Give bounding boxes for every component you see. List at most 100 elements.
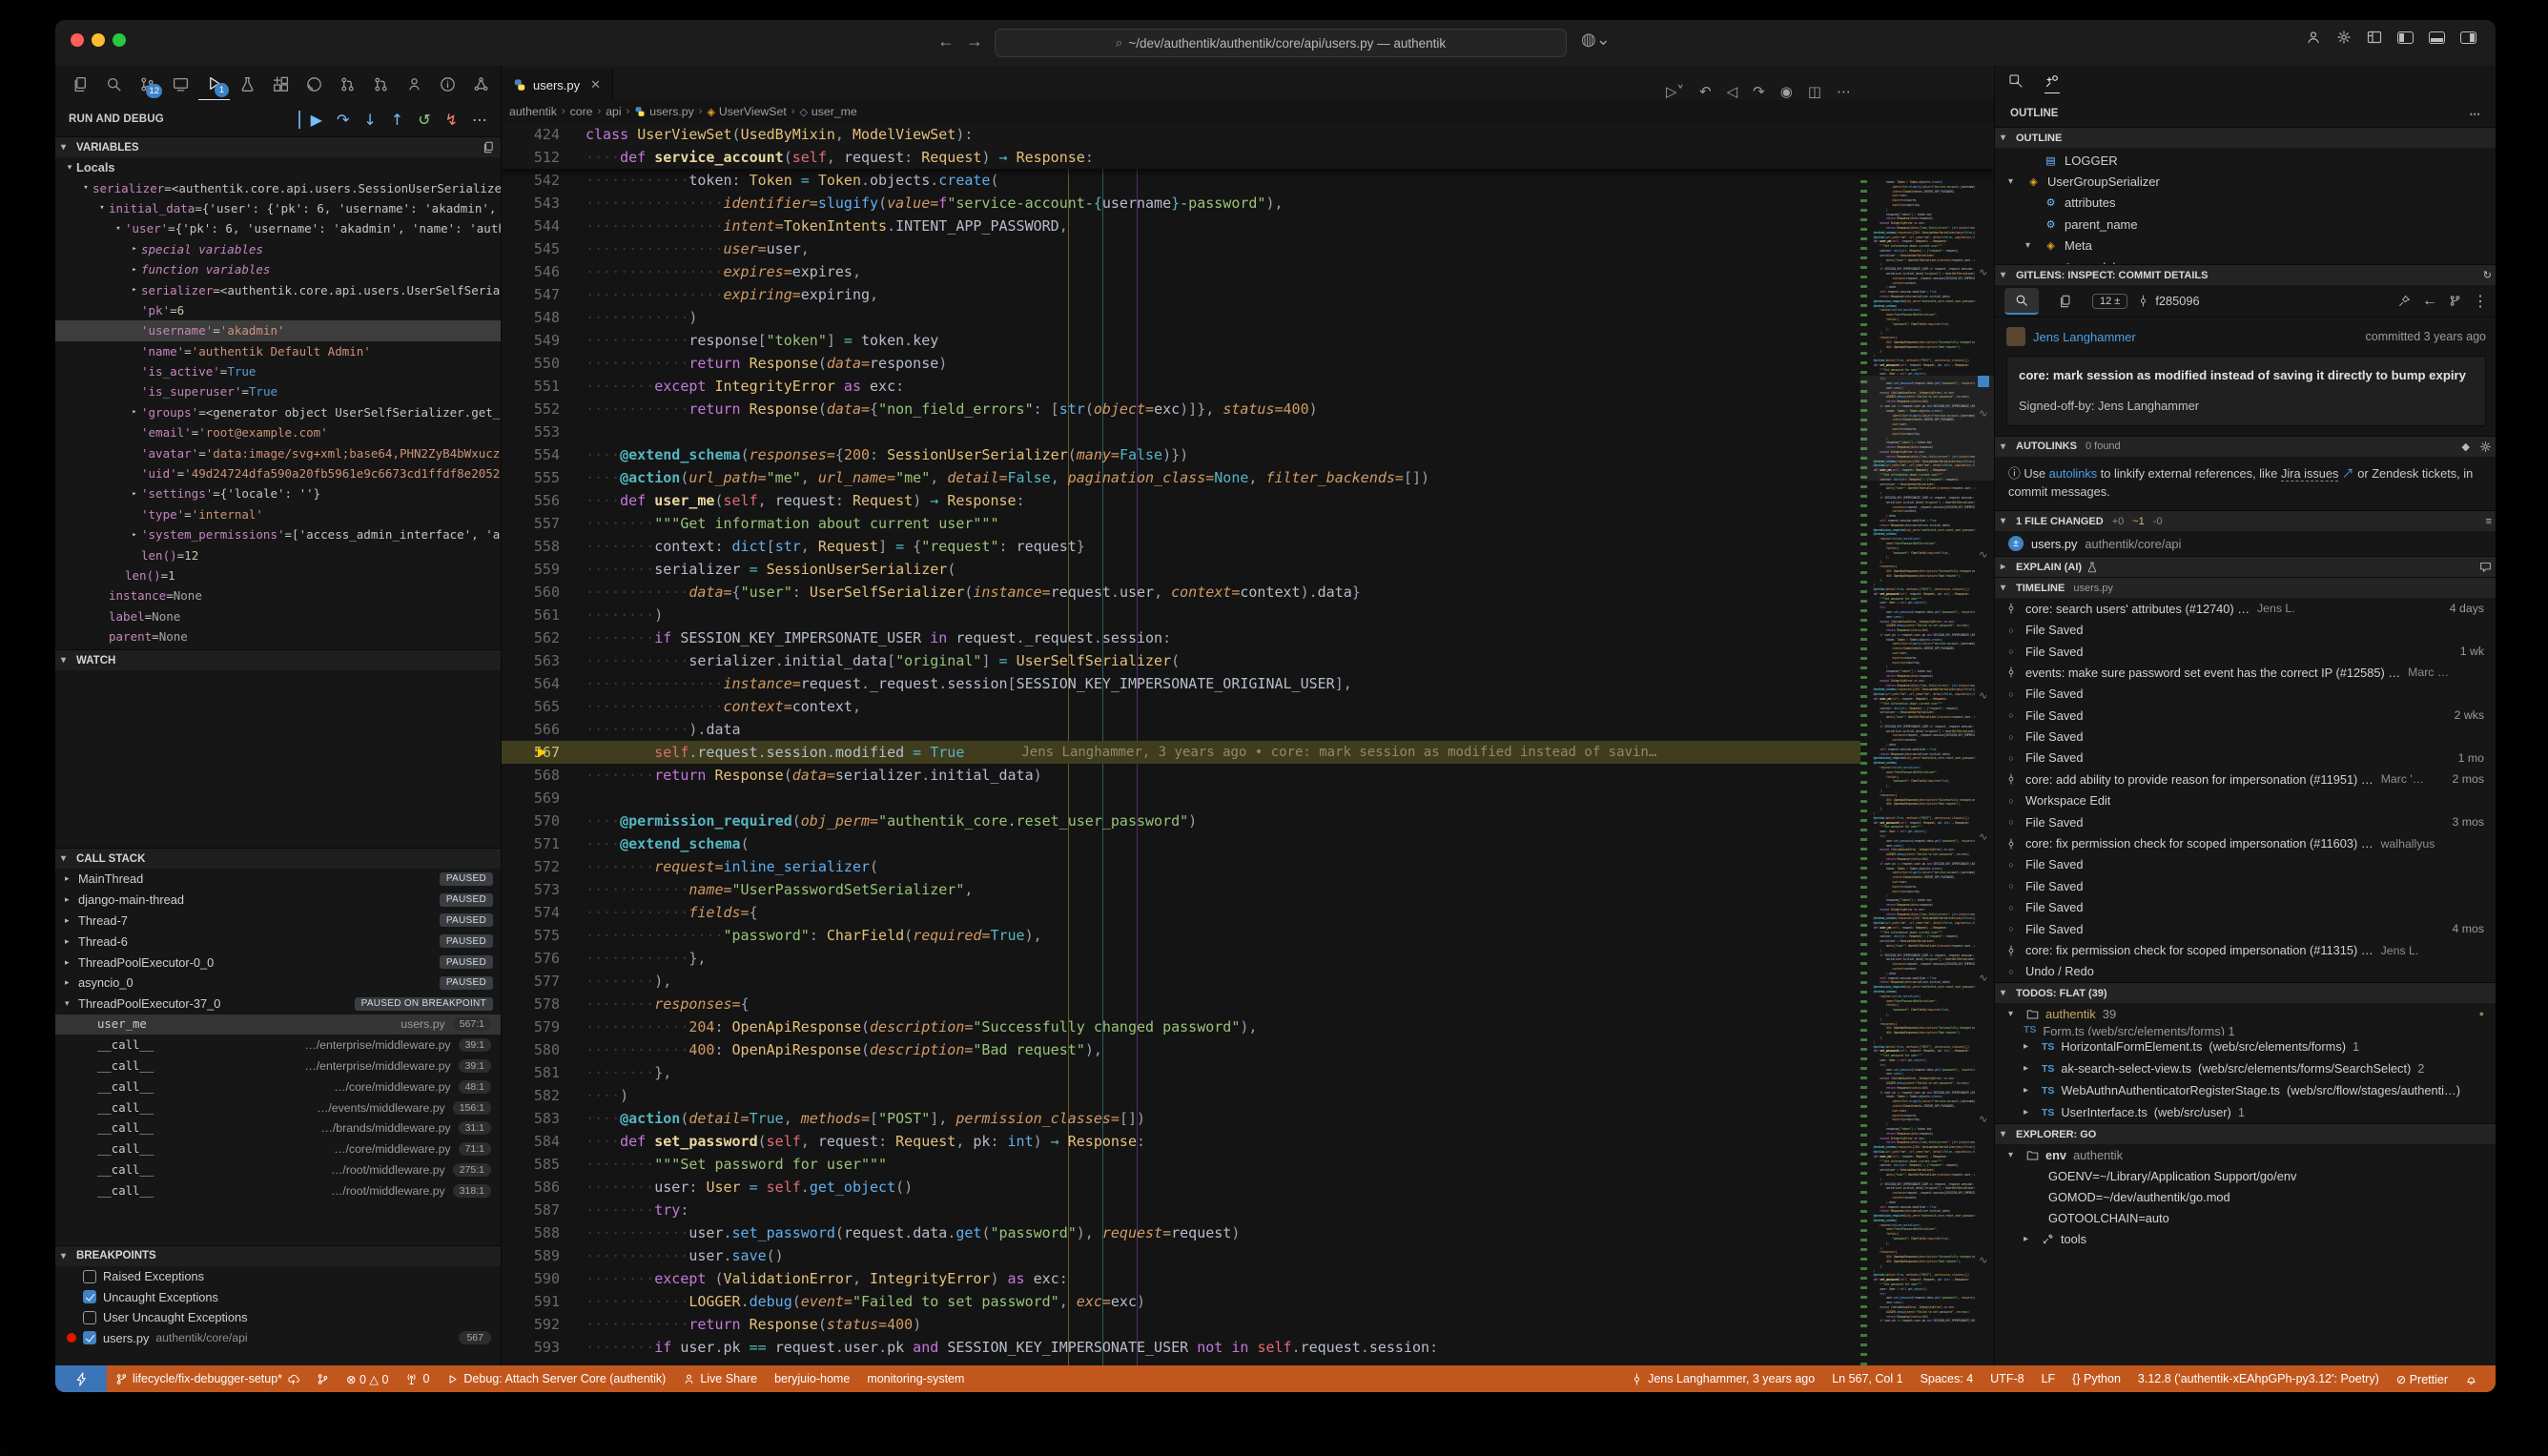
timeline-item[interactable]: events: make sure password set event has… xyxy=(1995,662,2497,683)
timeline-item[interactable]: ○File Saved xyxy=(1995,897,2497,918)
breadcrumb-item[interactable]: api xyxy=(606,105,621,118)
code-line[interactable]: 567········self.request.session.modified… xyxy=(502,741,1994,764)
code-line[interactable]: 586········user: User = self.get_object(… xyxy=(502,1176,1994,1199)
breakpoint-checkbox[interactable] xyxy=(83,1290,96,1303)
branch-icon[interactable] xyxy=(2449,295,2461,307)
variable-row[interactable]: ▾serializer = <authentik.core.api.users.… xyxy=(55,177,501,197)
pull-request-alt-icon[interactable] xyxy=(365,68,397,100)
call-stack-frame[interactable]: __call__…/enterprise/middleware.py39:1 xyxy=(55,1056,501,1077)
code-line[interactable]: 512····def service_account(self, request… xyxy=(502,146,1994,169)
breakpoint-checkbox[interactable] xyxy=(83,1270,96,1283)
encoding[interactable]: UTF-8 xyxy=(1982,1372,2032,1385)
timeline-item[interactable]: ○File Saved xyxy=(1995,854,2497,875)
variable-row[interactable]: 'is_active' = True xyxy=(55,361,501,381)
variable-row[interactable]: 'name' = 'authentik Default Admin' xyxy=(55,341,501,361)
code-line[interactable]: 543················identifier=slugify(va… xyxy=(502,192,1994,215)
changed-file-row[interactable]: ±users.pyauthentik/core/api xyxy=(1995,531,2497,556)
code-line[interactable]: 560············data={"user": UserSelfSer… xyxy=(502,581,1994,604)
more-actions-button[interactable]: ⋯ xyxy=(472,111,487,129)
code-line[interactable]: 551········except IntegrityError as exc: xyxy=(502,375,1994,398)
todo-file-row[interactable]: ▸TSHorizontalFormElement.ts (web/src/ele… xyxy=(1995,1036,2497,1057)
call-stack-frame[interactable]: __call__…/root/middleware.py275:1 xyxy=(55,1159,501,1180)
timeline-item[interactable]: core: fix permission check for scoped im… xyxy=(1995,939,2497,960)
run-debug-icon[interactable]: 1 xyxy=(198,68,230,100)
code-line[interactable]: 565················context=context, xyxy=(502,695,1994,718)
back-icon[interactable]: ← xyxy=(2422,293,2437,310)
editor-action-icon[interactable]: ◁ xyxy=(1727,83,1738,100)
todos-group-row[interactable]: ▾authentik39● xyxy=(1995,1003,2497,1024)
timeline-item[interactable]: core: add ability to provide reason for … xyxy=(1995,769,2497,790)
branch-item[interactable]: lifecycle/fix-debugger-setup* xyxy=(107,1372,308,1385)
blame-item[interactable]: Jens Langhammer, 3 years ago xyxy=(1622,1372,1823,1385)
breadcrumb-item[interactable]: authentik xyxy=(509,105,557,118)
variable-row[interactable]: ▸function variables xyxy=(55,259,501,279)
code-line[interactable]: 557········"""Get information about curr… xyxy=(502,512,1994,535)
code-line[interactable]: 558········context: dict[str, Request] =… xyxy=(502,535,1994,558)
variable-row[interactable]: ▸special variables xyxy=(55,239,501,259)
remote-explorer-icon[interactable] xyxy=(165,68,196,100)
breakpoint-row[interactable]: users.pyauthentik/core/api567 xyxy=(55,1327,501,1348)
code-line[interactable]: 556····def user_me(self, request: Reques… xyxy=(502,489,1994,512)
language-mode[interactable]: {} Python xyxy=(2064,1372,2129,1385)
variable-row[interactable]: 'uid' = '49d24724dfa590a20fb5961e9c6673c… xyxy=(55,463,501,483)
code-line[interactable]: 583····@action(detail=True, methods=["PO… xyxy=(502,1107,1994,1130)
source-control-icon[interactable]: 12 xyxy=(132,68,163,100)
cursor-position[interactable]: Ln 567, Col 1 xyxy=(1823,1372,1911,1385)
variable-row[interactable]: 'email' = 'root@example.com' xyxy=(55,422,501,442)
extensions-icon[interactable] xyxy=(265,68,297,100)
timeline-item[interactable]: ○File Saved xyxy=(1995,726,2497,747)
nav-back-icon[interactable]: ← xyxy=(937,31,955,51)
kebab-menu-icon[interactable]: ⋮ xyxy=(2473,292,2488,311)
call-stack-thread[interactable]: ▸django-main-threadPAUSED xyxy=(55,890,501,911)
code-line[interactable]: 542············token: Token = Token.obje… xyxy=(502,169,1994,192)
editor-action-icon[interactable]: ▷˅ xyxy=(1666,83,1684,100)
code-line[interactable]: 568········return Response(data=serializ… xyxy=(502,764,1994,787)
timeline-item[interactable]: core: fix permission check for scoped im… xyxy=(1995,832,2497,853)
timeline-item[interactable]: ○File Saved2 wks xyxy=(1995,705,2497,726)
call-stack-thread[interactable]: ▾ThreadPoolExecutor-37_0PAUSED ON BREAKP… xyxy=(55,994,501,1015)
breakpoint-row[interactable]: Uncaught Exceptions xyxy=(55,1286,501,1307)
explorer-go-section-header[interactable]: ▾EXPLORER: GO xyxy=(1995,1123,2497,1144)
timeline-item[interactable]: core: search users' attributes (#12740) … xyxy=(1995,598,2497,619)
more-actions-icon[interactable]: ⋯ xyxy=(2470,107,2483,120)
info-icon[interactable] xyxy=(432,68,463,100)
timeline-item[interactable]: ○File Saved xyxy=(1995,875,2497,896)
code-line[interactable]: 566············).data xyxy=(502,718,1994,741)
code-line[interactable]: 424class UserViewSet(UsedByMixin, ModelV… xyxy=(502,123,1994,146)
breadcrumb-item[interactable]: users.py xyxy=(634,105,693,118)
explain-ai-section-header[interactable]: ▸EXPLAIN (AI) xyxy=(1995,556,2497,577)
watch-section-header[interactable]: ▾WATCH xyxy=(55,649,501,670)
disconnect-button[interactable]: ↯ xyxy=(445,111,458,129)
variable-row[interactable]: parent = None xyxy=(55,626,501,646)
code-line[interactable]: 571····@extend_schema( xyxy=(502,832,1994,855)
code-line[interactable]: 569 xyxy=(502,787,1994,810)
problems-item[interactable]: ⊗ 0 △ 0 xyxy=(338,1372,397,1386)
code-line[interactable]: 589············user.save() xyxy=(502,1244,1994,1267)
code-line[interactable]: 580············400: OpenApiResponse(desc… xyxy=(502,1038,1994,1061)
outline-item[interactable]: ▤LOGGER xyxy=(2008,150,2497,171)
filter-icon[interactable]: ≡ xyxy=(2486,516,2492,527)
code-line[interactable]: 576············}, xyxy=(502,947,1994,970)
outline-item[interactable]: ⚙model xyxy=(2008,256,2497,264)
timeline-item[interactable]: ○File Saved xyxy=(1995,619,2497,640)
todo-file-row[interactable]: ▸TSUserInterface.ts (web/src/user)1 xyxy=(1995,1101,2497,1123)
todo-file-row[interactable]: TSForm.ts (web/src/elements/forms) 1 xyxy=(1995,1024,2497,1036)
test-icon[interactable] xyxy=(232,68,263,100)
breadcrumb-item[interactable]: core xyxy=(570,105,593,118)
search-icon[interactable] xyxy=(98,68,130,100)
variable-row[interactable]: len() = 1 xyxy=(55,565,501,585)
timeline-item[interactable]: ○Workspace Edit xyxy=(1995,790,2497,811)
code-line[interactable]: 562········if SESSION_KEY_IMPERSONATE_US… xyxy=(502,626,1994,649)
call-stack-section-header[interactable]: ▾CALL STACK xyxy=(55,848,501,869)
minimap[interactable]: token: Token = Token.objects.create( ide… xyxy=(1860,180,1994,1365)
variable-row[interactable]: 'is_superuser' = True xyxy=(55,381,501,401)
code-line[interactable]: 561········) xyxy=(502,604,1994,626)
org-icon[interactable] xyxy=(465,68,497,100)
restart-button[interactable]: ↺ xyxy=(418,111,430,129)
code-line[interactable]: 546················expires=expires, xyxy=(502,260,1994,283)
python-interpreter[interactable]: 3.12.8 ('authentik-xEAhpGPh-py3.12': Poe… xyxy=(2129,1372,2388,1385)
outline-section-header[interactable]: ▾OUTLINE xyxy=(1995,127,2497,148)
live-share-item[interactable]: Live Share xyxy=(674,1372,766,1385)
gitlens-search-tab[interactable] xyxy=(2004,288,2039,315)
breadcrumb-item[interactable]: ◇user_me xyxy=(799,105,856,118)
